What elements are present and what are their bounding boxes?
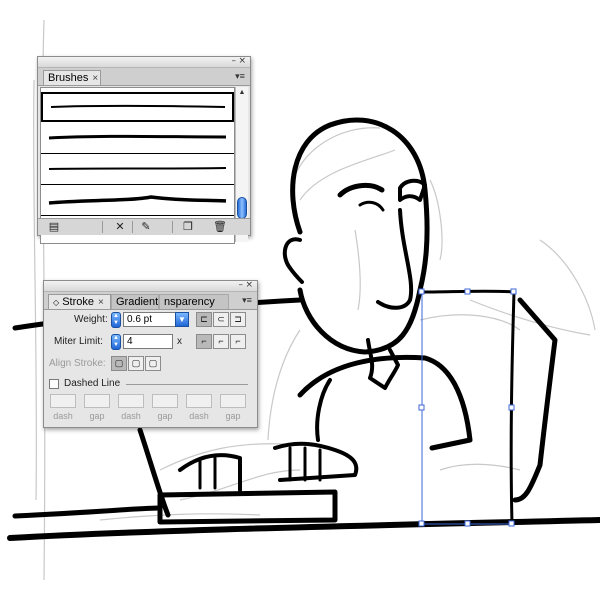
brush-item[interactable] [41, 185, 234, 216]
round-join-button[interactable]: ⌐ [213, 334, 229, 349]
tab-prefix-icon: ◇ [53, 298, 60, 307]
divider [102, 221, 103, 233]
brush-libraries-menu-icon[interactable]: ▤ [46, 220, 62, 234]
panel-menu-icon[interactable]: ▾≡ [233, 70, 247, 82]
gap-label-1: gap [89, 411, 105, 421]
divider [132, 221, 133, 233]
tab-stroke[interactable]: ◇ Stroke × [48, 294, 111, 309]
align-center-button[interactable]: ▢ [111, 356, 127, 371]
gap-label-3: gap [225, 411, 241, 421]
stroke-panel-titlebar[interactable]: – × [44, 280, 257, 292]
brush-item[interactable] [41, 154, 234, 185]
weight-dropdown-icon[interactable]: ▼ [175, 312, 189, 327]
stroke-tabbar: ◇ Stroke × Gradient nsparency ▾≡ [44, 292, 257, 310]
delete-brush-icon[interactable]: 🗑 [212, 220, 228, 234]
new-brush-icon[interactable]: ❐ [180, 220, 196, 234]
round-cap-button[interactable]: ⊂ [213, 312, 229, 327]
anchor-points[interactable] [418, 288, 517, 527]
selected-path[interactable] [418, 288, 517, 527]
miter-limit-stepper[interactable]: ▲ ▼ [111, 334, 121, 350]
bevel-join-button[interactable]: ⌐ [230, 334, 246, 349]
close-icon[interactable]: × [238, 56, 246, 66]
gap-field-1[interactable] [84, 394, 110, 408]
dash-label-3: dash [189, 411, 209, 421]
close-icon[interactable]: × [245, 280, 253, 290]
miter-limit-label: Miter Limit: [54, 336, 103, 347]
tab-gradient-label: Gradient [116, 296, 159, 308]
stroke-panel: – × ◇ Stroke × Gradient nsparency ▾≡ Weig… [43, 280, 258, 428]
tab-close-icon[interactable]: × [98, 297, 104, 308]
dashed-line-label: Dashed Line [64, 378, 121, 389]
gap-field-3[interactable] [220, 394, 246, 408]
brushes-panel: – × Brushes× ▾≡ ▲ ▼ ▤ ✕ ✎ [37, 56, 251, 244]
dash-field-1[interactable] [50, 394, 76, 408]
divider [172, 221, 173, 233]
tab-transparency-label: nsparency [164, 296, 215, 308]
tab-close-icon[interactable]: × [92, 73, 98, 84]
minimize-icon[interactable]: – [239, 280, 244, 290]
dashed-line-checkbox[interactable] [49, 379, 59, 389]
weight-label: Weight: [74, 314, 108, 325]
align-stroke-label: Align Stroke: [49, 358, 106, 369]
tab-brushes[interactable]: Brushes × [43, 70, 101, 85]
brush-item[interactable] [41, 92, 234, 122]
gap-label-2: gap [157, 411, 173, 421]
miter-limit-input[interactable]: 4 [123, 334, 173, 349]
align-inside-button[interactable]: ▢ [128, 356, 144, 371]
dash-field-2[interactable] [118, 394, 144, 408]
remove-brush-stroke-icon[interactable]: ✕ [112, 220, 128, 234]
brush-stroke-preview [48, 195, 227, 205]
weight-input[interactable]: 0.6 pt [123, 312, 176, 327]
brush-stroke-preview [50, 104, 226, 108]
tab-stroke-label: Stroke [62, 296, 95, 308]
weight-stepper[interactable]: ▲ ▼ [111, 312, 121, 328]
brush-stroke-preview [48, 134, 227, 140]
scroll-up-icon[interactable]: ▲ [236, 87, 248, 98]
panel-menu-icon[interactable]: ▾≡ [240, 294, 254, 306]
brushes-tabbar: Brushes × ▾≡ [38, 68, 250, 86]
dash-field-3[interactable] [186, 394, 212, 408]
brush-stroke-preview [48, 167, 227, 170]
dash-label-2: dash [121, 411, 141, 421]
projecting-cap-button[interactable]: ⊐ [230, 312, 246, 327]
divider [126, 384, 248, 385]
brush-options-icon[interactable]: ✎ [138, 220, 154, 234]
align-outside-button[interactable]: ▢ [145, 356, 161, 371]
brush-item[interactable] [41, 123, 234, 154]
brushes-bottom-bar: ▤ ✕ ✎ ❐ 🗑 [38, 218, 250, 235]
miter-unit-label: x [177, 336, 182, 347]
tab-transparency[interactable]: nsparency [159, 294, 229, 309]
brushes-panel-titlebar[interactable]: – × [38, 56, 250, 68]
tab-gradient[interactable]: Gradient [111, 294, 159, 309]
minimize-icon[interactable]: – [232, 56, 237, 66]
scroll-thumb[interactable] [237, 197, 247, 219]
miter-join-button[interactable]: ⌐ [196, 334, 212, 349]
dash-label-1: dash [53, 411, 73, 421]
gap-field-2[interactable] [152, 394, 178, 408]
butt-cap-button[interactable]: ⊏ [196, 312, 212, 327]
tab-brushes-label: Brushes [48, 72, 89, 84]
